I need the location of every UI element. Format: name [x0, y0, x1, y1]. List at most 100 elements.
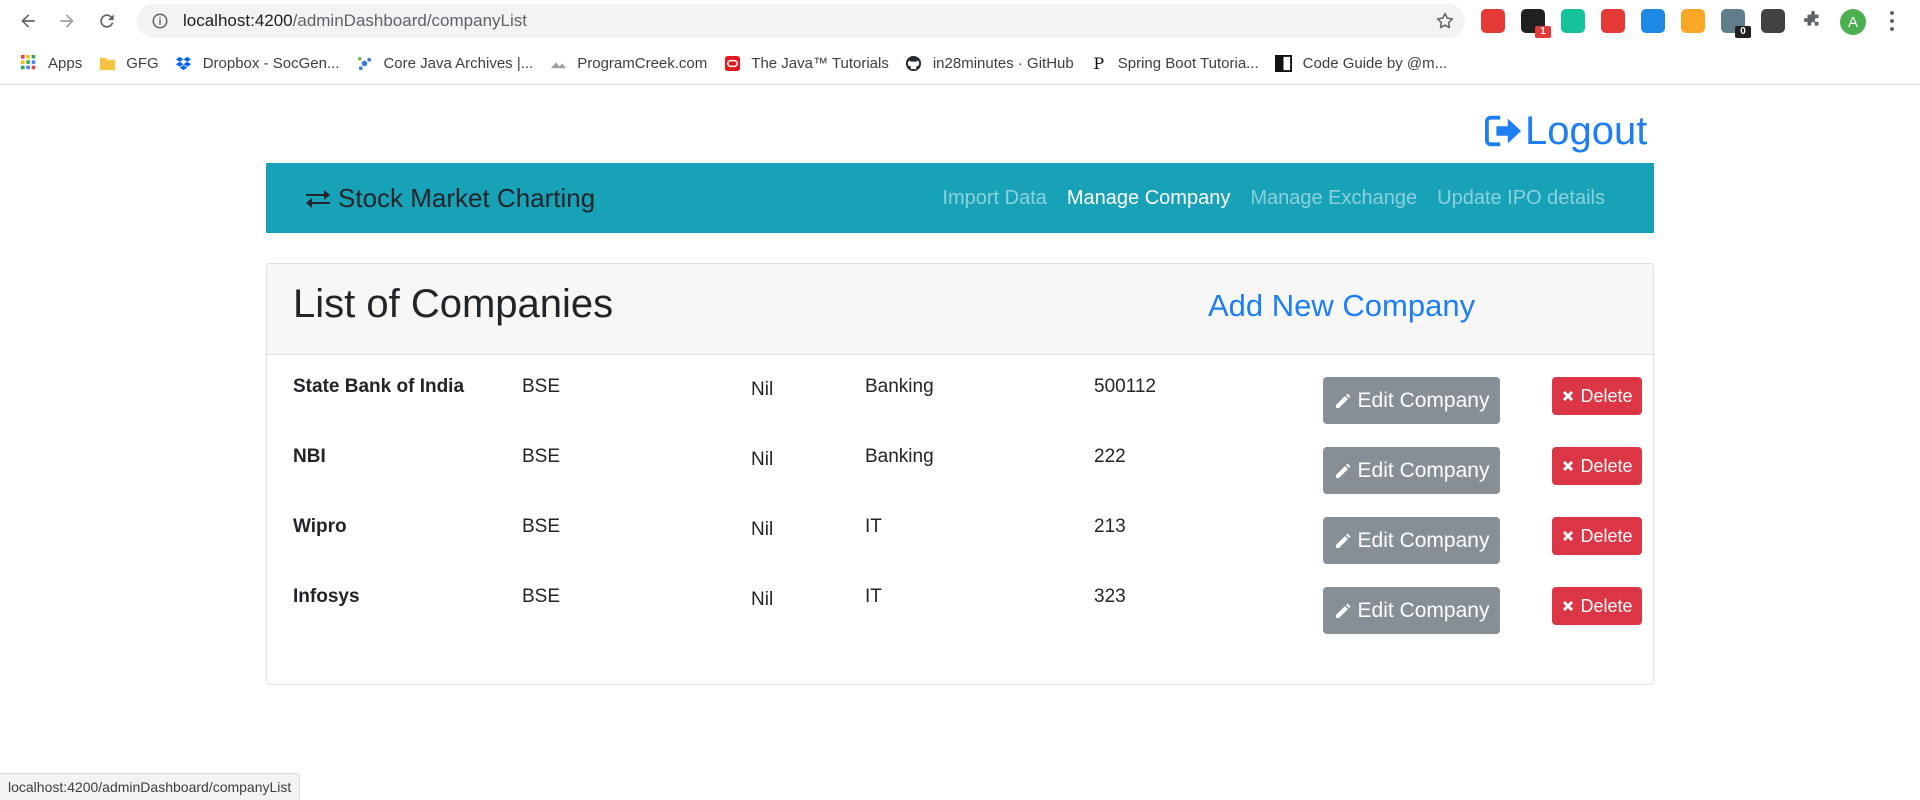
info-icon[interactable] [151, 12, 169, 30]
edit-company-label: Edit Company [1357, 598, 1490, 622]
url-host: localhost:4200 [183, 11, 293, 30]
edit-company-button[interactable]: Edit Company [1323, 447, 1500, 494]
company-name: Wipro [293, 516, 347, 537]
reader-icon[interactable]: 1 [1521, 9, 1551, 38]
company-code: 213 [1094, 516, 1126, 537]
delete-label: Delete [1580, 385, 1633, 406]
delete-button[interactable]: Delete [1552, 587, 1642, 625]
p-icon: P [1093, 53, 1105, 73]
bookmark-item[interactable]: The Java™ Tutorials [715, 48, 897, 78]
company-exchange: BSE [522, 586, 561, 607]
bookmark-item[interactable]: Code Guide by @m... [1267, 48, 1455, 78]
company-ceo: Nil [751, 379, 774, 400]
company-code: 323 [1094, 586, 1126, 607]
company-row: Infosys BSE Nil IT 323 Edit Company Delete [267, 564, 1653, 634]
navbar-brand[interactable]: Stock Market Charting [304, 183, 595, 214]
puzzle-icon[interactable] [1801, 9, 1825, 33]
logout-link[interactable]: Logout [1485, 106, 1647, 156]
oracle-icon [723, 54, 741, 72]
company-name: NBI [293, 446, 326, 467]
browser-menu-button[interactable] [1885, 9, 1899, 33]
privacy-icon[interactable]: 0 [1721, 9, 1751, 38]
grammarly-icon[interactable] [1561, 9, 1585, 33]
nav-link-update-ipo-details[interactable]: Update IPO details [1437, 187, 1605, 210]
brand-label: Stock Market Charting [338, 182, 596, 213]
delete-button[interactable]: Delete [1552, 377, 1642, 415]
edit-company-button[interactable]: Edit Company [1323, 377, 1500, 424]
close-icon [1563, 601, 1574, 611]
adblock-icon[interactable] [1481, 9, 1505, 33]
nav-link-import-data[interactable]: Import Data [942, 187, 1046, 210]
company-row: State Bank of India BSE Nil Banking 500112 Ed… [267, 354, 1653, 424]
edit-company-label: Edit Company [1357, 528, 1490, 552]
pencil-icon [1335, 533, 1351, 548]
profile-avatar[interactable]: A [1840, 9, 1866, 35]
bookmark-item[interactable]: ProgramCreek.com [541, 48, 715, 78]
bookmark-label: in28minutes · GitHub [932, 54, 1074, 72]
delete-label: Delete [1580, 595, 1633, 616]
forward-button[interactable] [53, 9, 81, 33]
calendar-icon[interactable] [1641, 9, 1665, 33]
company-list-card: List of Companies Add New Company State … [266, 263, 1654, 685]
back-button[interactable] [14, 9, 42, 33]
url-text[interactable]: localhost:4200/adminDashboard/companyLis… [183, 11, 527, 31]
bookmark-item[interactable]: in28minutes · GitHub [897, 48, 1082, 78]
moon-icon[interactable] [1681, 9, 1705, 33]
extension-badge: 0 [1735, 26, 1751, 38]
bookmark-star-icon[interactable] [1435, 11, 1455, 31]
bookmark-item[interactable]: Core Java Archives |... [347, 48, 541, 78]
bookmark-item[interactable]: P Spring Boot Tutoria... [1082, 48, 1267, 78]
delete-button[interactable]: Delete [1552, 447, 1642, 485]
company-sector: IT [865, 586, 882, 607]
company-sector: Banking [865, 446, 934, 467]
programcreek-icon [549, 54, 567, 72]
codeguide-icon [1275, 54, 1293, 72]
pencil-icon [1335, 463, 1351, 478]
url-path: /adminDashboard/companyList [292, 11, 527, 30]
bookmark-label: Spring Boot Tutoria... [1117, 54, 1259, 72]
bookmark-item[interactable]: GFG [90, 48, 167, 78]
company-code: 500112 [1094, 376, 1156, 397]
nav-link-manage-exchange[interactable]: Manage Exchange [1250, 187, 1417, 210]
page-title: List of Companies [293, 282, 614, 326]
pencil-icon [1335, 393, 1351, 408]
folder-icon [98, 54, 116, 72]
company-row: Wipro BSE Nil IT 213 Edit Company Delete [267, 494, 1653, 564]
arrow-right-icon [60, 14, 74, 28]
delete-button[interactable]: Delete [1552, 517, 1642, 555]
company-sector: Banking [865, 376, 934, 397]
company-name: Infosys [293, 586, 360, 607]
browser-toolbar: localhost:4200/adminDashboard/companyLis… [0, 0, 1920, 42]
close-icon [1563, 391, 1574, 401]
extension-badge: 1 [1535, 26, 1551, 38]
sign-out-icon [1485, 115, 1522, 147]
bookmark-label: ProgramCreek.com [577, 54, 708, 72]
company-sector: IT [865, 516, 882, 537]
company-row: NBI BSE Nil Banking 222 Edit Company Delete [267, 424, 1653, 494]
apps-grid-icon [20, 54, 38, 72]
avatar-letter: A [1847, 13, 1858, 31]
bookmark-item[interactable]: Dropbox - SocGen... [167, 48, 348, 78]
bookmarks-bar: Apps GFG Dropbox - SocGen... Core Java Arch… [0, 42, 1920, 85]
edit-company-label: Edit Company [1357, 388, 1490, 412]
arrow-left-icon [21, 14, 35, 28]
company-ceo: Nil [751, 449, 774, 470]
bookmark-label: Apps [48, 54, 83, 72]
bookmark-label: The Java™ Tutorials [751, 54, 889, 72]
logout-label: Logout [1525, 108, 1648, 153]
company-name: State Bank of India [293, 376, 465, 397]
bookmark-item[interactable]: Apps [12, 48, 90, 78]
video-icon[interactable] [1601, 9, 1625, 33]
bookmark-label: Code Guide by @m... [1302, 54, 1448, 72]
add-new-company-link[interactable]: Add New Company [1208, 288, 1475, 324]
reload-button[interactable] [93, 9, 121, 33]
exchange-arrows-icon [306, 190, 330, 208]
bookmark-label: GFG [126, 54, 159, 72]
edit-company-button[interactable]: Edit Company [1323, 517, 1500, 564]
selenium-icon[interactable] [1761, 9, 1785, 33]
edit-company-button[interactable]: Edit Company [1323, 587, 1500, 634]
address-bar[interactable]: localhost:4200/adminDashboard/companyLis… [137, 4, 1465, 38]
delete-label: Delete [1580, 455, 1633, 476]
java-icon [355, 54, 373, 72]
nav-link-manage-company[interactable]: Manage Company [1067, 187, 1230, 210]
